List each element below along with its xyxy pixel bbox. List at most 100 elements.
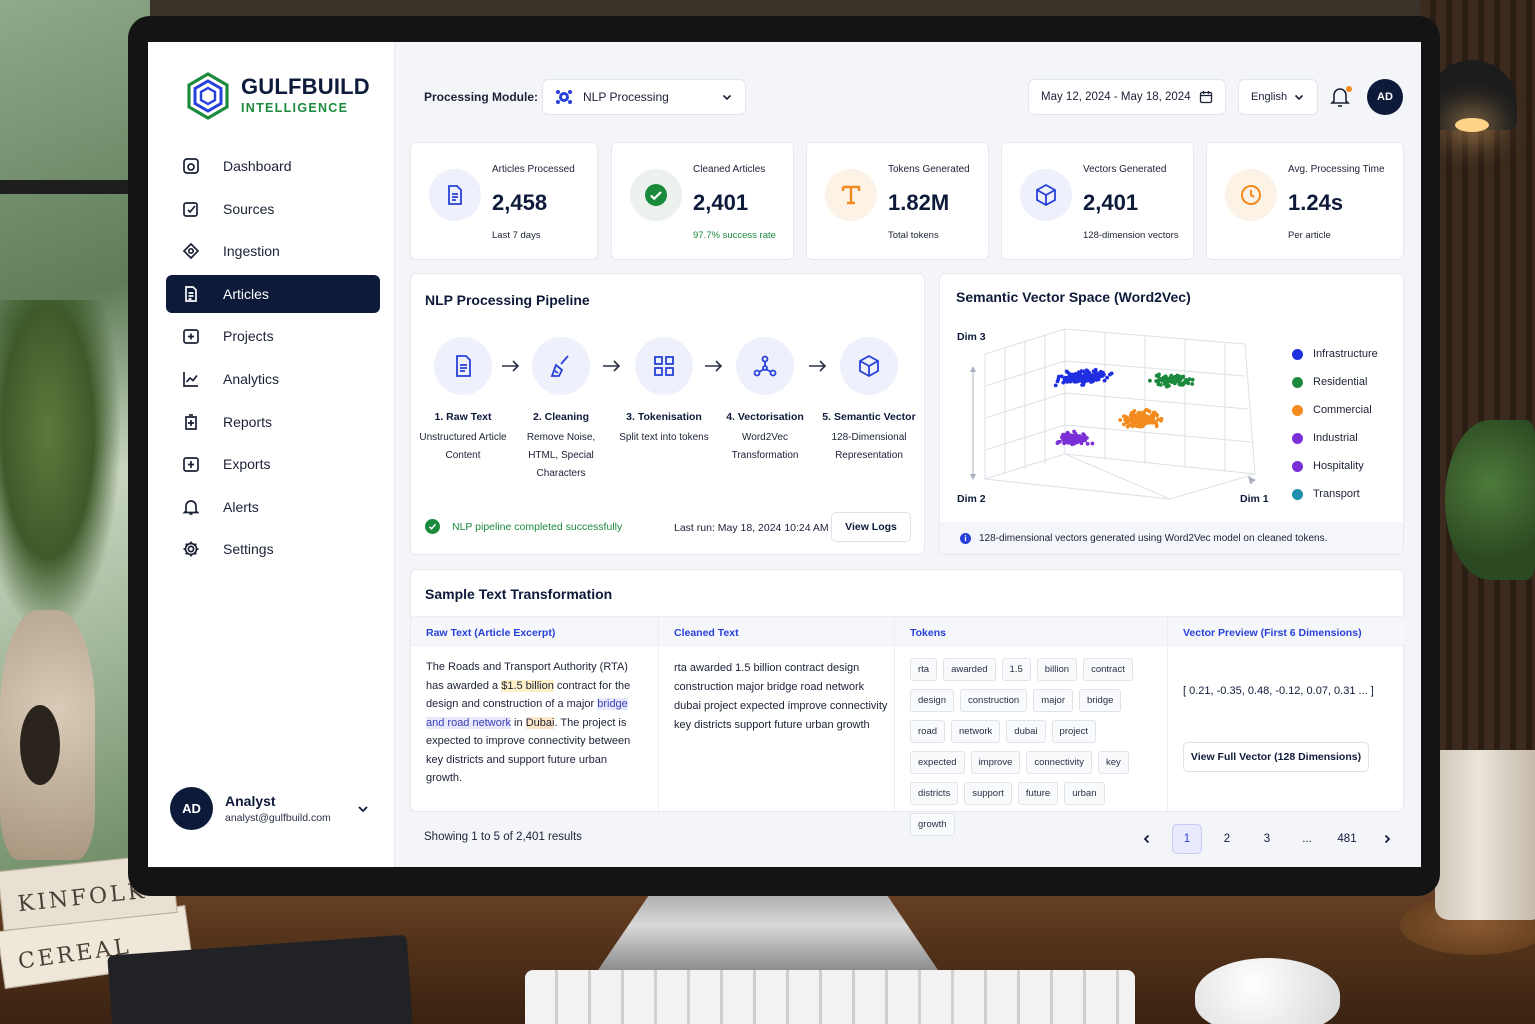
stat-label: Avg. Processing Time xyxy=(1288,164,1385,175)
page-button-2[interactable]: 2 xyxy=(1212,824,1242,854)
avatar[interactable]: AD xyxy=(1367,79,1403,115)
legend-item-transport[interactable]: Transport xyxy=(1292,480,1378,508)
token-chip: awarded xyxy=(943,658,996,681)
desk-plant xyxy=(0,300,120,630)
scatter-point xyxy=(1125,424,1130,429)
network-icon xyxy=(736,337,794,395)
stat-label: Vectors Generated xyxy=(1083,164,1167,175)
user-name: Analyst xyxy=(225,793,276,809)
view-full-vector-button[interactable]: View Full Vector (128 Dimensions) xyxy=(1183,742,1369,772)
scatter-point xyxy=(1130,424,1135,429)
legend-item-infrastructure[interactable]: Infrastructure xyxy=(1292,340,1378,368)
token-chip: future xyxy=(1017,782,1059,805)
scatter-point xyxy=(1122,422,1126,427)
module-label: Processing Module: xyxy=(424,90,539,104)
token-chip: growth xyxy=(910,813,955,836)
check-circle-icon xyxy=(630,169,682,221)
scatter-point xyxy=(1085,374,1090,379)
legend-item-hospitality[interactable]: Hospitality xyxy=(1292,452,1378,480)
token-chip: bridge xyxy=(1079,689,1122,712)
legend-item-commercial[interactable]: Commercial xyxy=(1292,396,1378,424)
vector-scatter-chart: Dim 3 Dim 2 Dim 1 xyxy=(957,328,1269,505)
dashboard-icon xyxy=(182,157,200,175)
stat-sub: 128-dimension vectors xyxy=(1083,230,1179,241)
raw-text-cell: The Roads and Transport Authority (RTA) … xyxy=(426,658,641,788)
scatter-point xyxy=(1118,418,1123,422)
legend-label: Hospitality xyxy=(1313,460,1364,472)
sidebar-item-projects[interactable]: Projects xyxy=(166,317,380,355)
sidebar-item-label: Exports xyxy=(223,456,271,473)
sidebar-item-articles[interactable]: Articles xyxy=(166,274,380,313)
brand[interactable]: GULFBUILD INTELLIGENCE xyxy=(186,72,370,120)
scatter-point xyxy=(1132,409,1137,413)
scatter-point xyxy=(1083,438,1087,443)
scatter-point xyxy=(1076,379,1080,384)
chevron-down-icon[interactable] xyxy=(356,802,370,816)
sidebar-item-label: Alerts xyxy=(223,498,259,515)
last-run: Last run: May 18, 2024 10:24 AM xyxy=(674,522,829,534)
column-header-vector: Vector Preview (First 6 Dimensions) xyxy=(1183,627,1362,639)
stat-card-vectors-generated: Vectors Generated 2,401 128-dimension ve… xyxy=(1001,142,1194,260)
scatter-point xyxy=(1069,436,1074,441)
scatter-point xyxy=(1145,415,1150,420)
pipeline-step-name: 4. Vectorisation xyxy=(726,411,804,423)
date-range-picker[interactable]: May 12, 2024 - May 18, 2024 xyxy=(1028,79,1226,115)
token-chip: improve xyxy=(970,751,1021,774)
page-button-3[interactable]: 3 xyxy=(1252,824,1282,854)
scatter-point xyxy=(1162,382,1167,386)
stat-sub: Per article xyxy=(1288,230,1331,241)
scatter-point xyxy=(1190,382,1195,386)
scatter-point xyxy=(1072,379,1077,384)
language-select[interactable]: English xyxy=(1238,79,1318,115)
page-button-1[interactable]: 1 xyxy=(1172,824,1202,854)
module-select[interactable]: NLP Processing xyxy=(542,79,746,115)
notifications-button[interactable] xyxy=(1330,86,1352,108)
scatter-point xyxy=(1155,413,1160,418)
legend-item-residential[interactable]: Residential xyxy=(1292,368,1378,396)
token-chip: design xyxy=(910,689,954,712)
page-button-481[interactable]: 481 xyxy=(1332,824,1362,854)
scatter-point xyxy=(1066,440,1070,445)
sidebar-item-reports[interactable]: Reports xyxy=(166,403,380,441)
analytics-icon xyxy=(182,370,200,388)
scatter-point xyxy=(1056,374,1061,379)
bell-icon xyxy=(182,498,200,516)
token-chip: contract xyxy=(1083,658,1133,681)
view-logs-button[interactable]: View Logs xyxy=(831,512,911,542)
user-card[interactable]: AD Analyst analyst@gulfbuild.com xyxy=(170,787,370,830)
stat-card-avg-processing-time: Avg. Processing Time 1.24s Per article xyxy=(1206,142,1404,260)
stat-card-articles-processed: Articles Processed 2,458 Last 7 days xyxy=(410,142,598,260)
avatar[interactable]: AD xyxy=(170,787,213,830)
next-page-button[interactable] xyxy=(1372,824,1402,854)
stat-label: Articles Processed xyxy=(492,164,575,175)
stat-label: Tokens Generated xyxy=(888,164,970,175)
prev-page-button[interactable] xyxy=(1132,824,1162,854)
scatter-point xyxy=(1159,418,1163,423)
nlp-module-icon xyxy=(556,90,572,104)
sidebar-item-sources[interactable]: Sources xyxy=(166,190,380,228)
sidebar-item-ingestion[interactable]: Ingestion xyxy=(166,232,380,270)
sidebar-item-settings[interactable]: Settings xyxy=(166,530,380,568)
vector-preview: [ 0.21, -0.35, 0.48, -0.12, 0.07, 0.31 .… xyxy=(1183,685,1374,697)
sidebar-item-analytics[interactable]: Analytics xyxy=(166,360,380,398)
sidebar-item-dashboard[interactable]: Dashboard xyxy=(166,147,380,185)
sidebar-item-exports[interactable]: Exports xyxy=(166,445,380,483)
sidebar-item-label: Sources xyxy=(223,200,275,217)
scatter-point xyxy=(1156,382,1161,387)
stat-sub: Total tokens xyxy=(888,230,939,241)
scatter-point xyxy=(1088,377,1092,382)
check-circle-icon xyxy=(425,519,440,534)
stat-value: 2,401 xyxy=(693,190,749,215)
token-chip: support xyxy=(964,782,1012,805)
highlighted-entity: $1.5 billion xyxy=(501,679,554,692)
token-chip: dubai xyxy=(1006,720,1046,743)
legend-item-industrial[interactable]: Industrial xyxy=(1292,424,1378,452)
scatter-point xyxy=(1090,441,1095,446)
sidebar-item-alerts[interactable]: Alerts xyxy=(166,488,380,526)
sidebar-item-label: Reports xyxy=(223,413,273,430)
vector-space-panel: Semantic Vector Space (Word2Vec) Dim 3 D… xyxy=(939,273,1404,555)
column-header-tokens: Tokens xyxy=(910,627,946,639)
panel-title: Semantic Vector Space (Word2Vec) xyxy=(956,289,1191,305)
scatter-point xyxy=(1082,374,1086,379)
results-count: Showing 1 to 5 of 2,401 results xyxy=(424,831,582,843)
